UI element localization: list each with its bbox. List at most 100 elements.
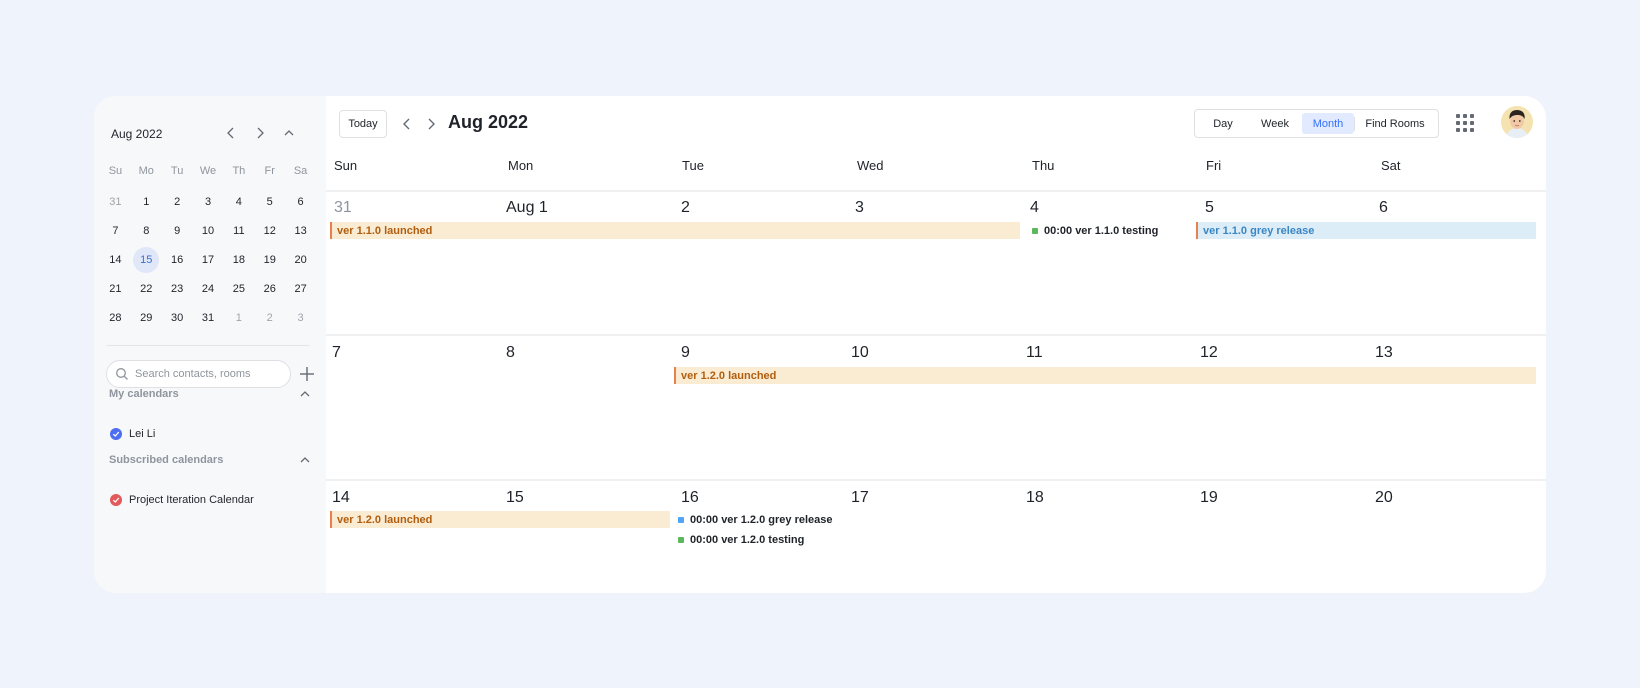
day-cell-number[interactable]: 16 [681,489,699,507]
mini-day[interactable]: 8 [131,218,162,244]
event-label: 00:00 ver 1.2.0 testing [690,533,805,546]
mini-day[interactable]: 14 [100,247,131,273]
mini-day[interactable]: 17 [193,247,224,273]
add-calendar-button[interactable] [297,364,317,384]
event-item[interactable]: 00:00 ver 1.2.0 grey release [678,511,833,528]
mini-day[interactable]: 19 [254,247,285,273]
next-month-icon[interactable] [422,115,440,133]
mini-day[interactable]: 30 [162,305,193,331]
collapse-my-calendars-icon[interactable] [298,387,312,401]
day-cell-number[interactable]: 15 [506,489,524,507]
day-cell-number[interactable]: 12 [1200,344,1218,362]
mini-day[interactable]: 11 [223,218,254,244]
calendar-item-lei-li[interactable]: Lei Li [110,428,155,440]
mini-day[interactable]: 31 [193,305,224,331]
event-bar[interactable]: ver 1.2.0 launched [674,367,1536,384]
day-cell-number[interactable]: 7 [332,344,341,362]
day-cell-number[interactable]: 11 [1026,344,1043,362]
mini-day[interactable]: 6 [285,189,316,215]
checked-icon[interactable] [110,494,122,506]
mini-calendar-title: Aug 2022 [111,127,163,141]
mini-day[interactable]: 18 [223,247,254,273]
event-item[interactable]: 00:00 ver 1.1.0 testing [1032,222,1158,239]
mini-day[interactable]: 25 [223,276,254,302]
mini-day[interactable]: 22 [131,276,162,302]
mini-day[interactable]: 2 [254,305,285,331]
search-input[interactable] [135,368,285,380]
mini-weekday: Mo [138,164,154,177]
mini-day[interactable]: 16 [162,247,193,273]
view-month-button[interactable]: Month [1302,113,1354,134]
collapse-mini-calendar-icon[interactable] [280,124,298,142]
mini-day-number: 27 [294,282,307,295]
checked-icon[interactable] [110,428,122,440]
prev-month-icon[interactable] [398,115,416,133]
weekday-label: Wed [857,158,884,173]
day-cell-number[interactable]: Aug 1 [506,199,548,217]
mini-day-number: 2 [266,311,273,324]
mini-day[interactable]: 3 [285,305,316,331]
mini-weekday-header: Su Mo Tu We Th Fr Sa [100,156,316,185]
mini-day[interactable]: 1 [131,189,162,215]
event-bar[interactable]: ver 1.1.0 launched [330,222,1020,239]
day-cell-number[interactable]: 10 [851,344,869,362]
mini-day[interactable]: 12 [254,218,285,244]
search-icon [116,368,128,380]
mini-day[interactable]: 28 [100,305,131,331]
day-cell-number[interactable]: 5 [1205,199,1214,217]
mini-day[interactable]: 2 [162,189,193,215]
mini-day[interactable]: 26 [254,276,285,302]
day-cell-number[interactable]: 14 [332,489,350,507]
find-rooms-button[interactable]: Find Rooms [1355,113,1435,134]
event-item[interactable]: 00:00 ver 1.2.0 testing [678,531,804,548]
apps-grid-icon[interactable] [1454,112,1476,134]
today-button[interactable]: Today [339,110,387,138]
mini-day[interactable]: 21 [100,276,131,302]
day-cell-number[interactable]: 4 [1030,199,1039,217]
day-cell-number[interactable]: 6 [1379,199,1388,217]
view-day-button[interactable]: Day [1198,113,1248,134]
view-week-button[interactable]: Week [1248,113,1302,134]
mini-day-number: 2 [174,195,181,208]
day-cell-number[interactable]: 9 [681,344,690,362]
day-cell-number[interactable]: 8 [506,344,515,362]
day-cell-number[interactable]: 3 [855,199,864,217]
mini-day[interactable]: 20 [285,247,316,273]
day-cell-number[interactable]: 19 [1200,489,1218,507]
my-calendars-title: My calendars [109,388,179,400]
day-cell-number[interactable]: 18 [1026,489,1044,507]
day-cell-number[interactable]: 20 [1375,489,1393,507]
mini-day-number: 9 [174,224,181,237]
day-cell-number[interactable]: 13 [1375,344,1393,362]
mini-day-number: 5 [266,195,273,208]
search-box[interactable] [106,360,291,388]
mini-day[interactable]: 4 [223,189,254,215]
event-bar[interactable]: ver 1.1.0 grey release [1196,222,1536,239]
mini-next-month-icon[interactable] [251,124,269,142]
event-dot [678,516,684,523]
mini-day[interactable]: 27 [285,276,316,302]
mini-day[interactable]: 31 [100,189,131,215]
mini-day[interactable]: 5 [254,189,285,215]
day-cell-number[interactable]: 31 [334,199,352,217]
mini-day[interactable]: 29 [131,305,162,331]
mini-day[interactable]: 3 [193,189,224,215]
event-bar[interactable]: ver 1.2.0 launched [330,511,670,528]
day-cell-number[interactable]: 2 [681,199,690,217]
mini-day[interactable]: 24 [193,276,224,302]
mini-day-selected[interactable]: 15 [131,246,162,273]
mini-day[interactable]: 1 [223,305,254,331]
day-cell-number[interactable]: 17 [851,489,869,507]
avatar[interactable] [1501,106,1533,138]
collapse-subscribed-calendars-icon[interactable] [298,453,312,467]
mini-day[interactable]: 10 [193,218,224,244]
mini-day[interactable]: 23 [162,276,193,302]
mini-day[interactable]: 7 [100,218,131,244]
weekday-label: Sat [1381,158,1401,173]
calendar-item-project-iteration[interactable]: Project Iteration Calendar [110,494,254,506]
mini-day[interactable]: 13 [285,218,316,244]
mini-prev-month-icon[interactable] [222,124,240,142]
calendar-app: Aug 2022 Su Mo Tu We Th Fr Sa 31 1 2 3 4 5 6 7 8… [94,96,1546,593]
mini-day[interactable]: 9 [162,218,193,244]
mini-day-number: 13 [294,224,307,237]
